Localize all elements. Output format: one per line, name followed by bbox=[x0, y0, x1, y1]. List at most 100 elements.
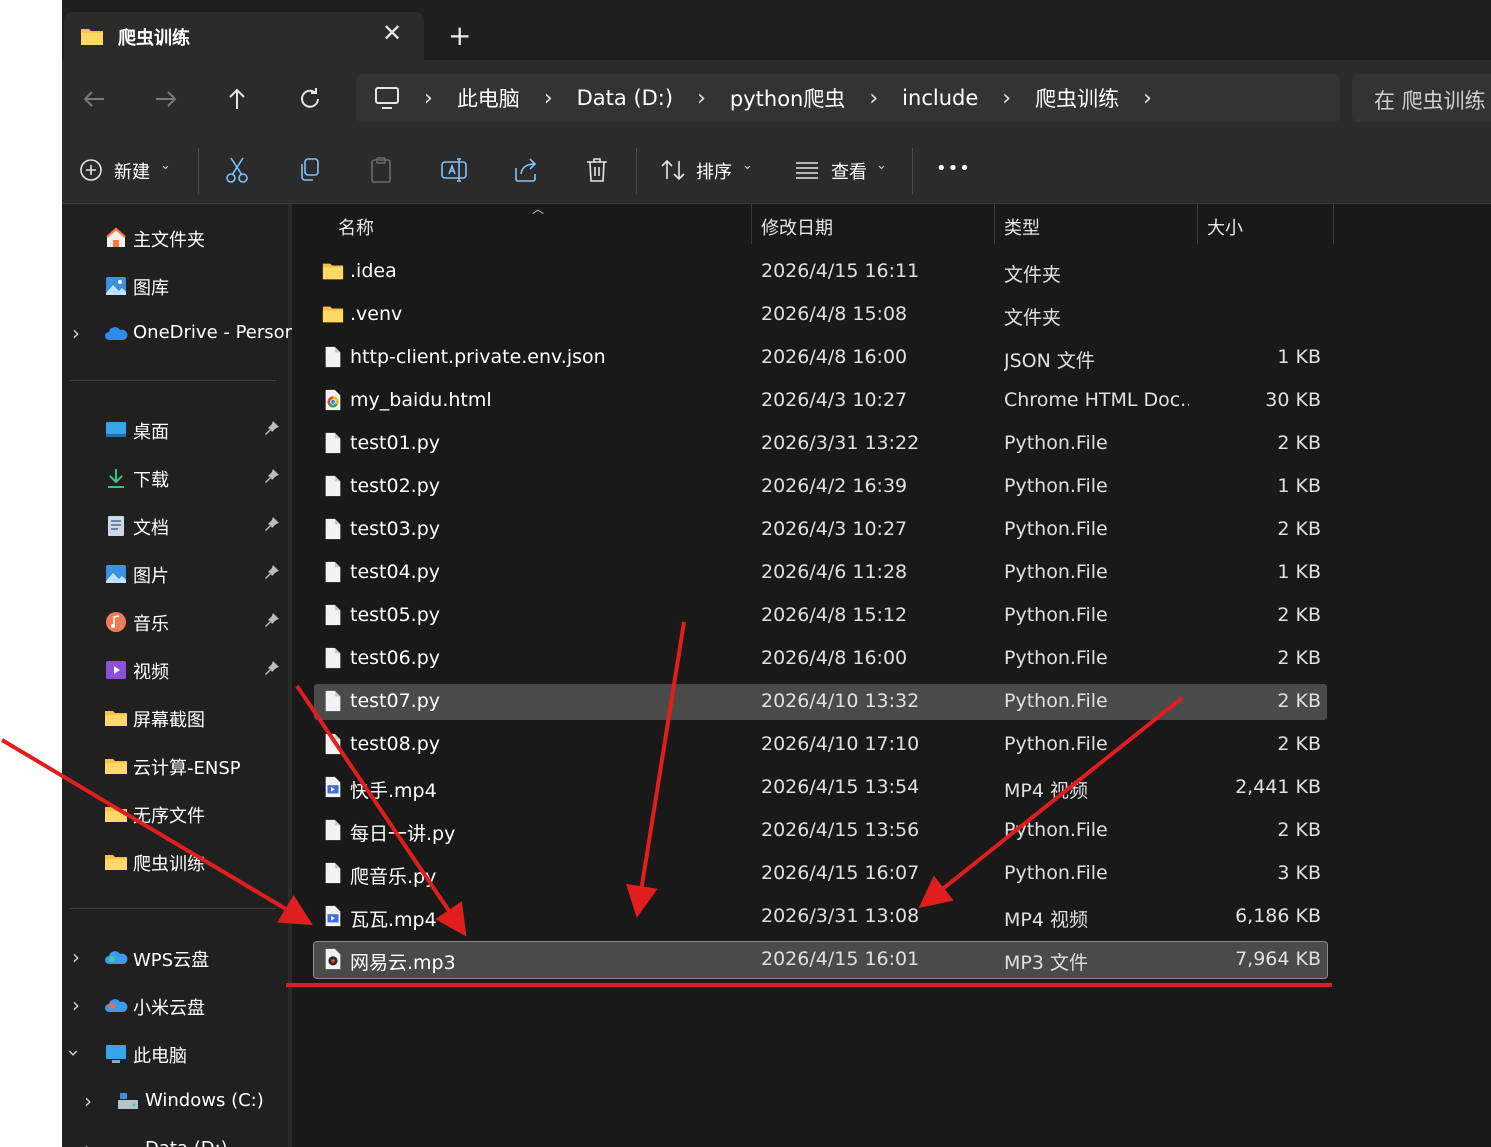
chevron-right-icon[interactable]: › bbox=[72, 993, 80, 1017]
address-bar[interactable]: › 此电脑 › Data (D:) › python爬虫 › include ›… bbox=[356, 74, 1340, 122]
sidebar-item-ensp[interactable]: 云计算-ENSP bbox=[62, 745, 290, 785]
chevron-down-icon[interactable]: › bbox=[62, 1049, 86, 1057]
refresh-icon[interactable] bbox=[294, 83, 326, 115]
chevron-down-icon[interactable]: ⌄ bbox=[876, 158, 887, 173]
copy-icon[interactable] bbox=[297, 156, 321, 184]
sidebar-item-home[interactable]: 主文件夹 bbox=[62, 217, 290, 257]
file-row[interactable]: my_baidu.html 2026/4/3 10:27 Chrome HTML D… bbox=[314, 383, 1327, 419]
new-button[interactable]: 新建 bbox=[114, 158, 150, 184]
chevron-right-icon[interactable]: › bbox=[72, 945, 80, 969]
file-type: 文件夹 bbox=[1004, 307, 1062, 329]
chevron-right-icon[interactable]: › bbox=[84, 1137, 92, 1147]
breadcrumb-python-crawler[interactable]: python爬虫 bbox=[730, 83, 845, 113]
sort-icon[interactable] bbox=[660, 158, 686, 182]
breadcrumb-this-pc[interactable]: 此电脑 bbox=[457, 83, 520, 113]
file-row[interactable]: test03.py 2026/4/3 10:27 Python.File 2 KB bbox=[314, 512, 1327, 548]
share-icon[interactable] bbox=[513, 156, 539, 184]
file-row[interactable]: test05.py 2026/4/8 15:12 Python.File 2 KB bbox=[314, 598, 1327, 634]
breadcrumb-separator[interactable]: › bbox=[424, 86, 433, 111]
close-tab-button[interactable]: ✕ bbox=[382, 21, 402, 45]
sidebar-item-this-pc[interactable]: › 此电脑 bbox=[62, 1033, 290, 1073]
file-row[interactable]: test07.py 2026/4/10 13:32 Python.File 2 KB bbox=[314, 684, 1327, 720]
sidebar-item-onedrive[interactable]: › OneDrive - Persor bbox=[62, 313, 293, 353]
paste-icon[interactable] bbox=[369, 156, 393, 184]
file-icon bbox=[325, 647, 341, 669]
file-type: Python.File bbox=[1004, 733, 1108, 755]
pin-icon[interactable] bbox=[264, 660, 280, 676]
delete-icon[interactable] bbox=[585, 156, 609, 184]
file-row[interactable]: 快手.mp4 2026/4/15 13:54 MP4 视频 2,441 KB bbox=[314, 770, 1327, 806]
pin-icon[interactable] bbox=[264, 468, 280, 484]
sidebar-item-drive-d[interactable]: › Data (D:) bbox=[62, 1129, 290, 1147]
column-divider[interactable] bbox=[1197, 204, 1198, 244]
sidebar-item-unsorted[interactable]: 无序文件 bbox=[62, 793, 290, 833]
pin-icon[interactable] bbox=[264, 516, 280, 532]
file-row[interactable]: 爬音乐.py 2026/4/15 16:07 Python.File 3 KB bbox=[314, 856, 1327, 892]
breadcrumb-include[interactable]: include bbox=[902, 86, 978, 110]
view-button[interactable]: 查看 bbox=[831, 158, 867, 184]
file-date: 2026/4/10 13:32 bbox=[761, 690, 920, 712]
sidebar-item-screenshots[interactable]: 屏幕截图 bbox=[62, 697, 290, 737]
sidebar-item-desktop[interactable]: 桌面 bbox=[62, 409, 290, 449]
view-icon[interactable] bbox=[794, 160, 820, 180]
breadcrumb-separator[interactable]: › bbox=[1002, 86, 1011, 111]
file-row[interactable]: .idea 2026/4/15 16:11 文件夹 bbox=[314, 254, 1327, 290]
sidebar-item-crawler[interactable]: 爬虫训练 bbox=[62, 841, 290, 881]
column-divider[interactable] bbox=[1333, 204, 1334, 244]
sidebar-item-wps[interactable]: › WPS云盘 bbox=[62, 937, 290, 977]
chevron-down-icon[interactable]: ⌄ bbox=[742, 158, 753, 173]
file-row[interactable]: 瓦瓦.mp4 2026/3/31 13:08 MP4 视频 6,186 KB bbox=[314, 899, 1327, 935]
breadcrumb-current[interactable]: 爬虫训练 bbox=[1035, 83, 1119, 113]
sidebar-item-downloads[interactable]: 下载 bbox=[62, 457, 290, 497]
up-icon[interactable] bbox=[221, 83, 253, 115]
file-row[interactable]: test06.py 2026/4/8 16:00 Python.File 2 KB bbox=[314, 641, 1327, 677]
file-row[interactable]: test02.py 2026/4/2 16:39 Python.File 1 KB bbox=[314, 469, 1327, 505]
chevron-down-icon[interactable]: ⌄ bbox=[160, 158, 171, 173]
sidebar-item-documents[interactable]: 文档 bbox=[62, 505, 290, 545]
more-options-button[interactable]: ••• bbox=[936, 158, 971, 179]
back-icon[interactable] bbox=[78, 83, 110, 115]
cut-icon[interactable] bbox=[225, 156, 249, 184]
file-type: Python.File bbox=[1004, 647, 1108, 669]
sidebar-item-xiaomi[interactable]: › 小米云盘 bbox=[62, 985, 290, 1025]
breadcrumb-separator[interactable]: › bbox=[1143, 86, 1152, 111]
pin-icon[interactable] bbox=[264, 564, 280, 580]
sidebar-item-label: OneDrive - Persor bbox=[133, 322, 293, 343]
column-divider[interactable] bbox=[751, 204, 752, 244]
file-row[interactable]: http-client.private.env.json 2026/4/8 16:… bbox=[314, 340, 1327, 376]
new-icon[interactable] bbox=[79, 158, 103, 182]
pin-icon[interactable] bbox=[264, 420, 280, 436]
file-row[interactable]: test01.py 2026/3/31 13:22 Python.File 2 KB bbox=[314, 426, 1327, 462]
breadcrumb-separator[interactable]: › bbox=[544, 86, 553, 111]
pin-icon[interactable] bbox=[264, 612, 280, 628]
column-date[interactable]: 修改日期 bbox=[761, 214, 833, 240]
breadcrumb-data-drive[interactable]: Data (D:) bbox=[577, 86, 673, 110]
new-tab-button[interactable]: + bbox=[448, 22, 471, 50]
column-size[interactable]: 大小 bbox=[1207, 214, 1243, 240]
file-row[interactable]: test08.py 2026/4/10 17:10 Python.File 2 KB bbox=[314, 727, 1327, 763]
sidebar-item-pictures[interactable]: 图片 bbox=[62, 553, 290, 593]
file-row[interactable]: .venv 2026/4/8 15:08 文件夹 bbox=[314, 297, 1327, 333]
tab-active[interactable]: 爬虫训练 ✕ bbox=[64, 12, 424, 60]
column-divider[interactable] bbox=[994, 204, 995, 244]
sidebar-item-music[interactable]: 音乐 bbox=[62, 601, 290, 641]
sidebar-item-gallery[interactable]: 图库 bbox=[62, 265, 290, 305]
column-name[interactable]: 名称 bbox=[338, 214, 374, 240]
sidebar-item-videos[interactable]: 视频 bbox=[62, 649, 290, 689]
file-row[interactable]: 网易云.mp3 2026/4/15 16:01 MP3 文件 7,964 KB bbox=[313, 941, 1328, 979]
file-size: 2 KB bbox=[1277, 690, 1321, 712]
chevron-right-icon[interactable]: › bbox=[72, 321, 80, 345]
file-icon bbox=[325, 432, 341, 454]
forward-icon[interactable] bbox=[150, 83, 182, 115]
chevron-right-icon[interactable]: › bbox=[84, 1089, 92, 1113]
search-input[interactable]: 在 爬虫训练 bbox=[1352, 74, 1491, 122]
sidebar-item-drive-c[interactable]: › Windows (C:) bbox=[62, 1081, 290, 1121]
file-size: 1 KB bbox=[1277, 561, 1321, 583]
breadcrumb-separator[interactable]: › bbox=[869, 86, 878, 111]
sort-button[interactable]: 排序 bbox=[696, 158, 732, 184]
file-row[interactable]: 每日一讲.py 2026/4/15 13:56 Python.File 2 KB bbox=[314, 813, 1327, 849]
rename-icon[interactable] bbox=[440, 156, 468, 184]
file-row[interactable]: test04.py 2026/4/6 11:28 Python.File 1 KB bbox=[314, 555, 1327, 591]
column-type[interactable]: 类型 bbox=[1004, 214, 1040, 240]
breadcrumb-separator[interactable]: › bbox=[697, 86, 706, 111]
